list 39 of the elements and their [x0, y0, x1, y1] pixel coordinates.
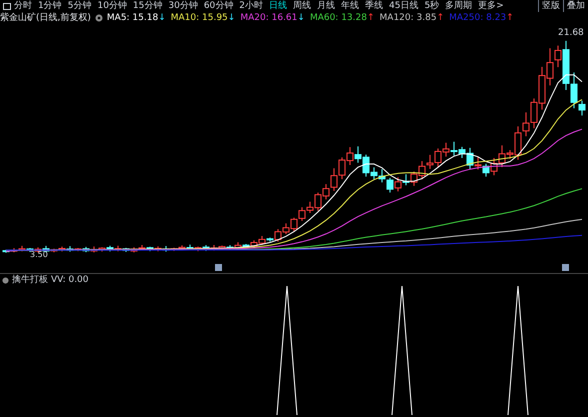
trend-arrow: ↑	[366, 12, 375, 24]
period-tab[interactable]: 60分钟	[204, 0, 234, 12]
period-tab[interactable]: 5秒	[424, 0, 440, 12]
period-tab[interactable]: 日线	[269, 0, 288, 12]
indicator-name: 擒牛打板	[12, 274, 48, 286]
ma-value: MA120: 3.85	[380, 12, 437, 24]
period-tab[interactable]: 15分钟	[132, 0, 162, 12]
period-tab[interactable]: 1分钟	[38, 0, 62, 12]
ma-value: MA20: 16.61	[240, 12, 298, 24]
trend-arrow: ↑	[506, 12, 514, 24]
toolbar-button[interactable]: 叠加	[563, 0, 588, 12]
period-tab[interactable]: 45日线	[389, 0, 418, 12]
ma-value: MA5: 15.18	[106, 12, 158, 24]
period-tab[interactable]: 2小时	[239, 0, 264, 12]
low-price-label: 3.50	[30, 250, 48, 260]
period-tab[interactable]: 季线	[365, 0, 384, 12]
settings-icon[interactable]	[94, 14, 103, 22]
ma-value: MA10: 15.95	[170, 12, 228, 24]
indicator-value: VV: 0.00	[51, 274, 89, 286]
period-tab[interactable]: 30分钟	[168, 0, 198, 12]
period-tab[interactable]: 10分钟	[97, 0, 127, 12]
period-tab[interactable]: 年线	[341, 0, 360, 12]
period-tab[interactable]: 更多>	[478, 0, 504, 12]
trend-arrow: ↓	[228, 12, 236, 24]
layout-icon[interactable]	[3, 2, 11, 10]
settings-icon[interactable]	[2, 276, 9, 284]
period-tab[interactable]: 5分钟	[68, 0, 92, 12]
period-tab[interactable]: 分时	[14, 0, 32, 12]
period-tab[interactable]: 多周期	[445, 0, 472, 12]
toolbar-button[interactable]: 竖版	[538, 0, 563, 12]
ma-value: MA60: 13.28	[310, 12, 367, 24]
trend-arrow: ↓	[297, 12, 305, 24]
trend-arrow: ↑	[436, 12, 444, 24]
ma-value: MA250: 8.23	[449, 12, 506, 24]
chart-title: 紫金山矿(日线,前复权)	[0, 12, 91, 24]
high-price-label: 21.68	[558, 27, 584, 39]
period-tab[interactable]: 周线	[293, 0, 312, 12]
period-tab[interactable]: 月线	[317, 0, 336, 12]
trend-arrow: ↓	[158, 12, 166, 24]
